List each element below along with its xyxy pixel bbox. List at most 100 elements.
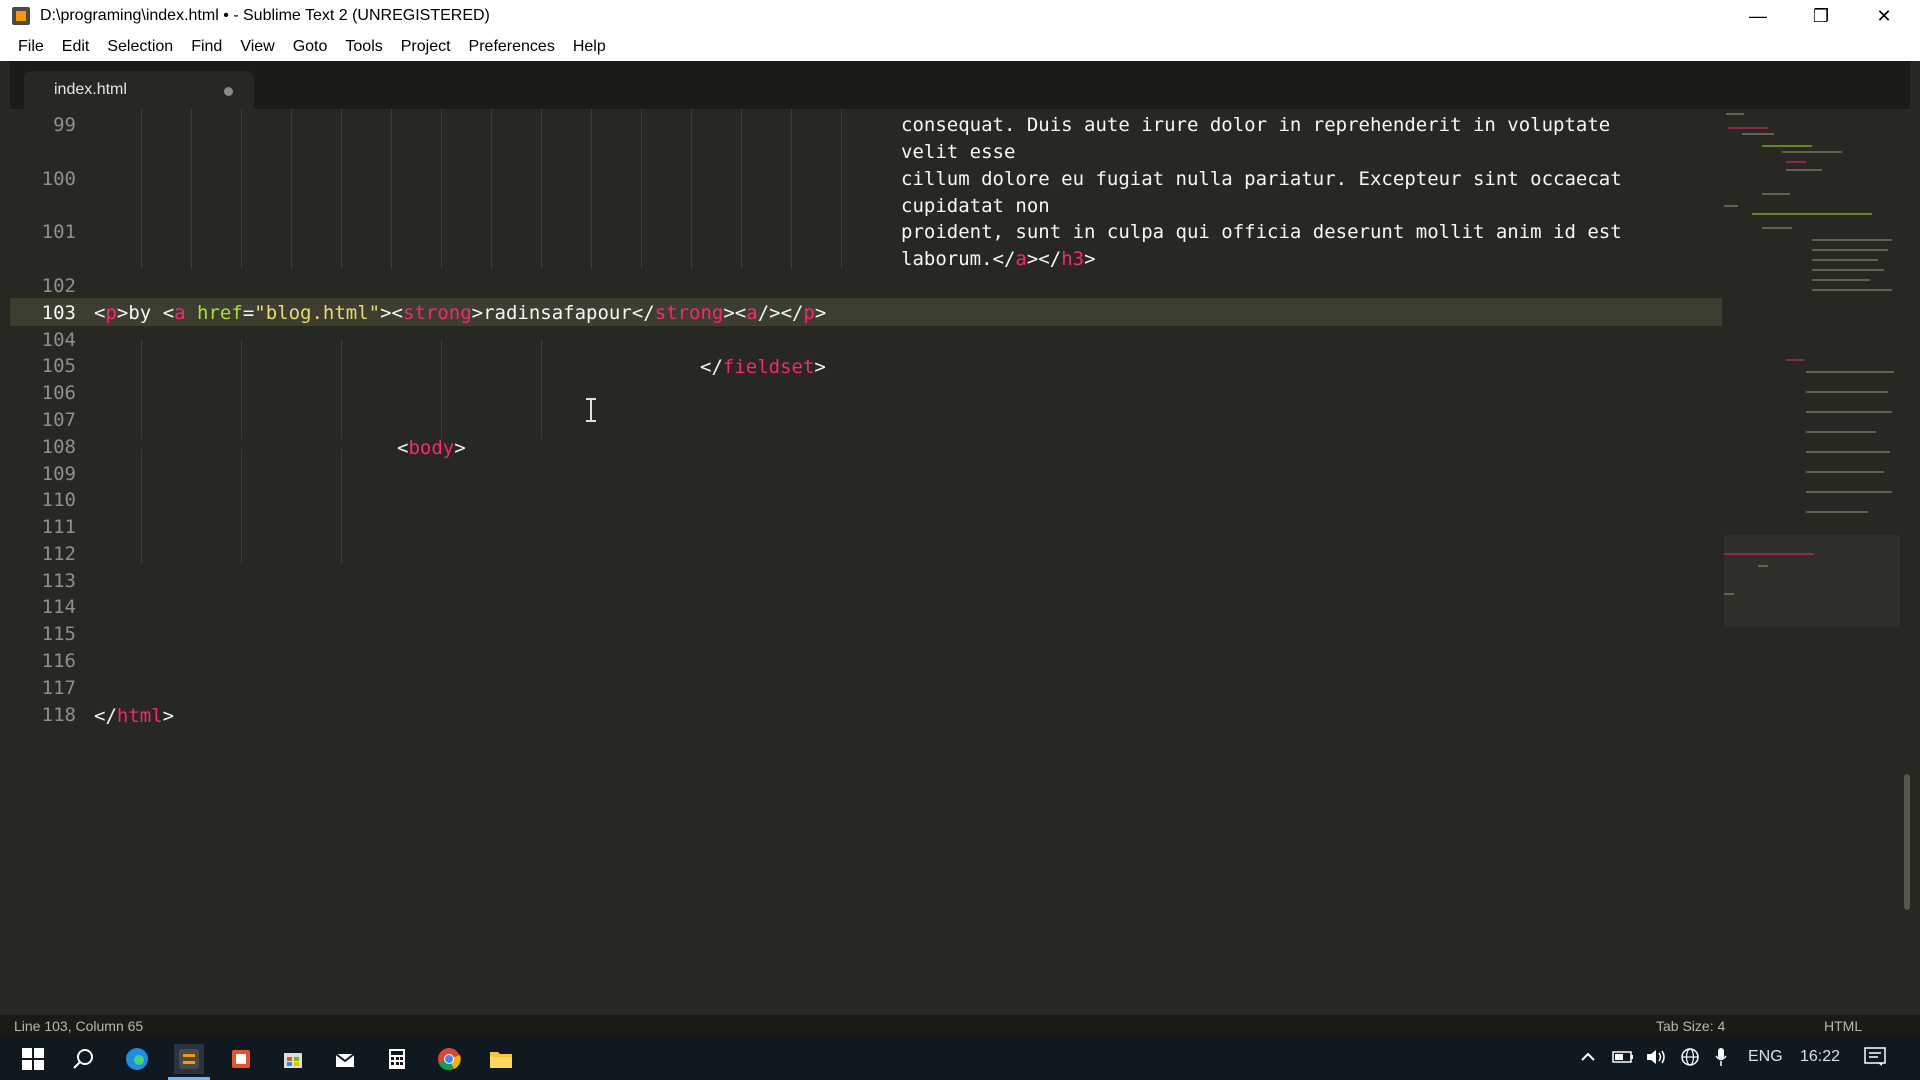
href-attribute: href	[197, 302, 243, 324]
vertical-scrollbar[interactable]	[1902, 109, 1912, 1015]
laborum-text: laborum.	[901, 248, 993, 270]
windows-taskbar: ENG 16:22	[0, 1037, 1920, 1080]
code-line-99-wrap: velit esse	[901, 141, 1016, 163]
code-editor[interactable]: 99 100 101 102 103 104 105 106 107 108 1…	[10, 109, 1722, 1015]
minimap-line	[1762, 227, 1792, 229]
menu-find[interactable]: Find	[182, 38, 231, 56]
minimap-line	[1812, 289, 1892, 291]
battery-icon[interactable]	[1612, 1050, 1634, 1069]
line-number: 117	[41, 677, 76, 699]
unsaved-dot-icon[interactable]	[224, 87, 233, 96]
minimap-line	[1742, 133, 1774, 135]
indent-guide	[241, 449, 242, 564]
indent-guide	[541, 109, 542, 269]
indent-guide	[841, 109, 842, 269]
by-text: by	[128, 302, 163, 324]
line-number: 108	[41, 436, 76, 458]
minimap-line	[1812, 279, 1870, 281]
indent-guide	[141, 109, 142, 269]
store-icon[interactable]	[278, 1044, 308, 1074]
volume-icon[interactable]	[1645, 1048, 1667, 1071]
minimap-line	[1724, 593, 1734, 595]
mouse-ibeam-cursor-icon	[586, 398, 596, 422]
menu-view[interactable]: View	[231, 38, 283, 56]
minimap-line	[1806, 371, 1894, 373]
menu-project[interactable]: Project	[392, 38, 460, 56]
indent-guide	[791, 109, 792, 269]
code-line-105: </fieldset>	[700, 356, 826, 378]
code-line-100-wrap: cupidatat non	[901, 195, 1050, 217]
line-number: 99	[53, 114, 76, 136]
calculator-icon[interactable]	[382, 1044, 412, 1074]
minimap-viewport[interactable]	[1724, 535, 1900, 627]
line-number-active: 103	[41, 302, 76, 324]
minimap-line	[1758, 565, 1768, 567]
show-hidden-icons-icon[interactable]	[1580, 1049, 1596, 1070]
chrome-icon[interactable]	[434, 1044, 464, 1074]
line-number: 116	[41, 650, 76, 672]
line-number: 105	[41, 355, 76, 377]
tab-size-selector[interactable]: Tab Size: 4	[1656, 1018, 1725, 1034]
microphone-icon[interactable]	[1714, 1047, 1728, 1072]
menu-preferences[interactable]: Preferences	[460, 38, 564, 56]
indent-guide	[391, 109, 392, 269]
minimap-line	[1806, 511, 1868, 513]
code-line-108: <body>	[397, 437, 466, 459]
indent-guide	[141, 449, 142, 564]
line-number: 102	[41, 275, 76, 297]
line-number: 101	[41, 221, 76, 243]
indent-guide	[341, 449, 342, 564]
file-explorer-icon[interactable]	[486, 1044, 516, 1074]
closing-h3-tag: h3	[1061, 248, 1085, 270]
indent-guide	[341, 109, 342, 269]
code-line-101: proident, sunt in culpa qui officia dese…	[901, 221, 1622, 243]
close-button[interactable]: ✕	[1853, 0, 1915, 33]
indent-guide	[341, 339, 342, 439]
line-number: 111	[41, 516, 76, 538]
notifications-icon[interactable]	[1864, 1047, 1886, 1072]
minimap-line	[1806, 451, 1890, 453]
minimap-line	[1786, 359, 1804, 361]
line-number: 115	[41, 623, 76, 645]
minimap-line	[1806, 491, 1892, 493]
indent-guide	[691, 109, 692, 269]
search-icon[interactable]	[68, 1044, 98, 1074]
sublime-window: D:\programing\index.html • - Sublime Tex…	[0, 0, 1920, 1037]
tab-bar: index.html	[10, 61, 1910, 109]
scrollbar-thumb[interactable]	[1904, 774, 1910, 910]
input-language[interactable]: ENG	[1748, 1048, 1783, 1066]
minimap-line	[1752, 213, 1872, 215]
status-bar: Line 103, Column 65 Tab Size: 4 HTML	[0, 1015, 1920, 1037]
strong-close-tag: strong	[654, 302, 724, 324]
menu-file[interactable]: File	[0, 38, 53, 56]
menu-selection[interactable]: Selection	[98, 38, 182, 56]
href-value: "blog.html"	[254, 302, 381, 324]
line-number: 109	[41, 463, 76, 485]
menu-tools[interactable]: Tools	[336, 38, 391, 56]
indent-guide	[641, 109, 642, 269]
sublime-text-icon[interactable]	[168, 1044, 210, 1080]
code-line-99: consequat. Duis aute irure dolor in repr…	[901, 114, 1611, 136]
minimap-line	[1782, 151, 1842, 153]
edge-browser-icon[interactable]	[122, 1044, 152, 1074]
menu-edit[interactable]: Edit	[53, 38, 99, 56]
mail-icon[interactable]	[330, 1044, 360, 1074]
indent-guide	[241, 339, 242, 439]
minimap-line	[1762, 193, 1790, 195]
office-icon[interactable]	[226, 1044, 256, 1074]
menu-help[interactable]: Help	[564, 38, 615, 56]
a-close-tag: a	[746, 302, 758, 324]
windows-start-icon[interactable]	[18, 1044, 48, 1074]
menu-goto[interactable]: Goto	[284, 38, 337, 56]
code-line-118: </html>	[94, 705, 175, 727]
tab-index-html[interactable]: index.html	[24, 71, 254, 109]
line-number: 114	[41, 596, 76, 618]
minimap[interactable]	[1722, 109, 1902, 1015]
minimize-button[interactable]: —	[1727, 0, 1789, 33]
clock[interactable]: 16:22	[1800, 1048, 1840, 1066]
network-globe-icon[interactable]	[1680, 1047, 1700, 1072]
maximize-button[interactable]: ❐	[1790, 0, 1852, 33]
minimap-line	[1806, 411, 1892, 413]
syntax-selector[interactable]: HTML	[1824, 1018, 1862, 1034]
minimap-line	[1812, 269, 1884, 271]
